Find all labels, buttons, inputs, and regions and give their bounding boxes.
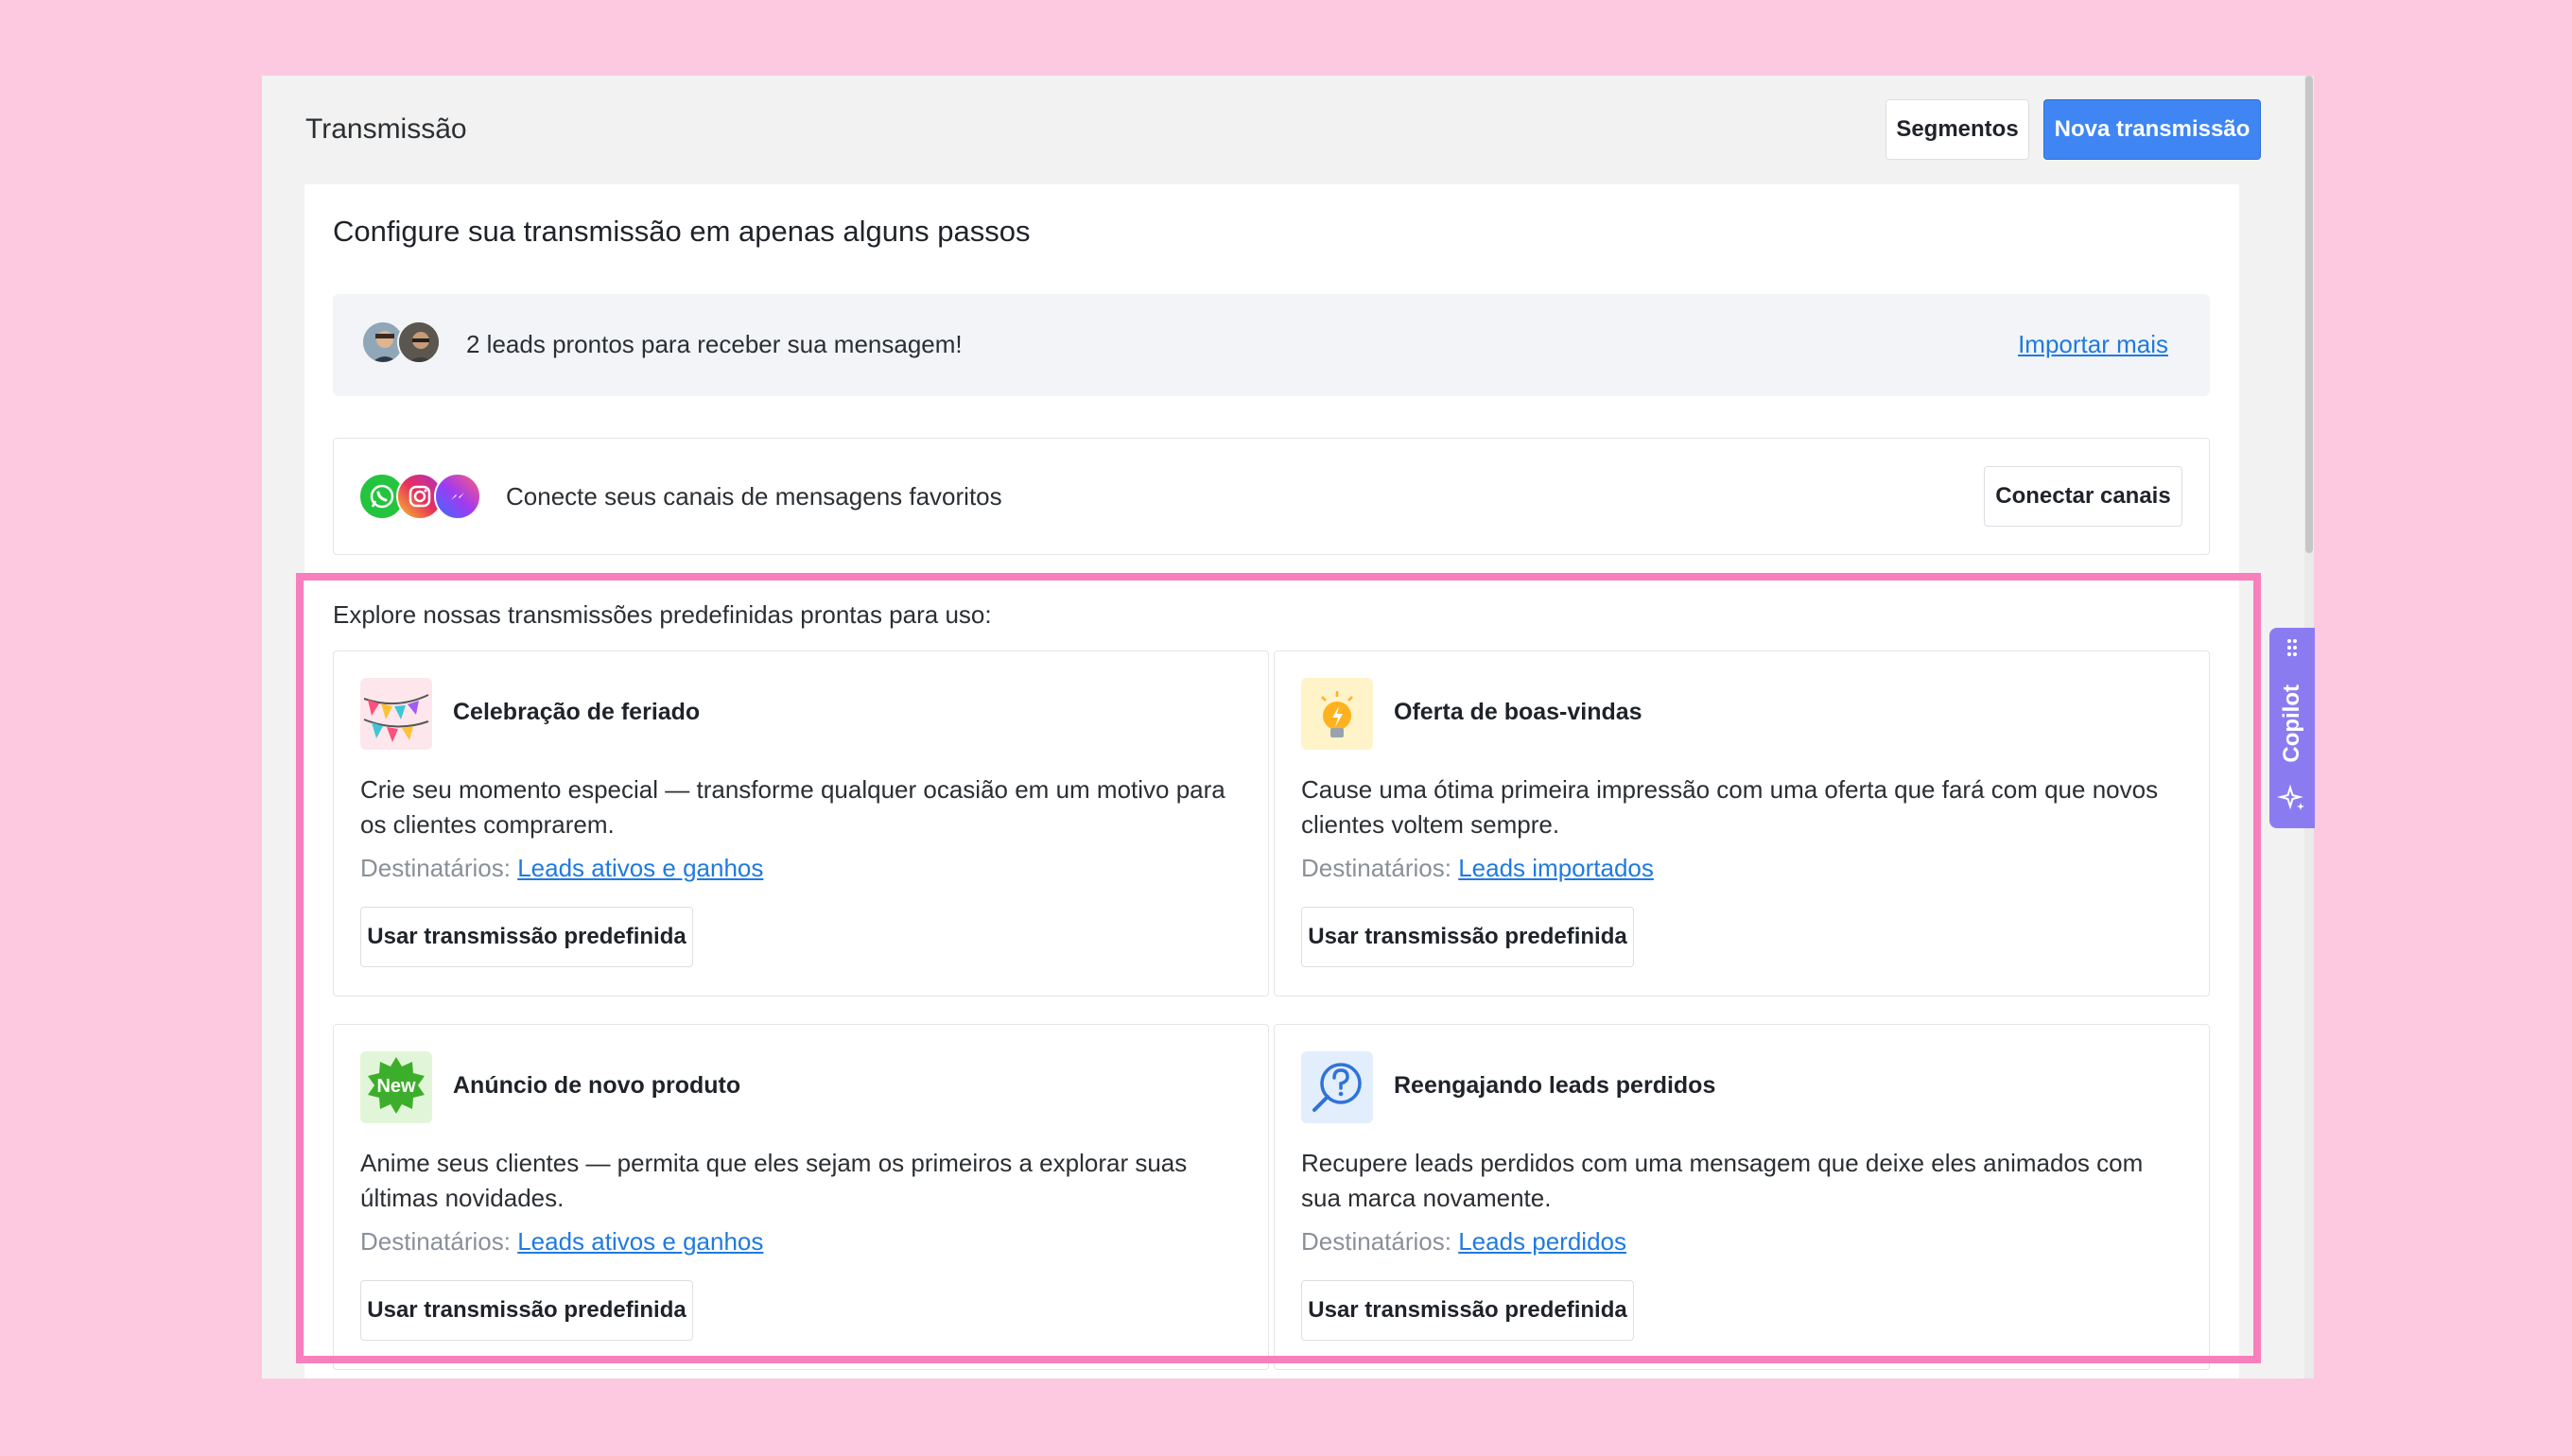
copilot-label: Copilot	[2279, 684, 2304, 763]
recipients-link[interactable]: Leads ativos e ganhos	[517, 1227, 763, 1256]
connect-channels-button[interactable]: Conectar canais	[1984, 466, 2182, 527]
recipients-label: Destinatários:	[360, 1227, 511, 1256]
setup-panel: Configure sua transmissão em apenas algu…	[304, 184, 2239, 1378]
import-more-link[interactable]: Importar mais	[2018, 330, 2168, 359]
recipients-label: Destinatários:	[1301, 854, 1451, 882]
sparkle-icon	[2277, 784, 2307, 819]
use-template-button[interactable]: Usar transmissão predefinida	[360, 1280, 693, 1341]
use-template-button[interactable]: Usar transmissão predefinida	[1301, 1280, 1634, 1341]
copilot-tab[interactable]: Copilot	[2269, 628, 2315, 828]
recipients-label: Destinatários:	[1301, 1227, 1451, 1256]
panel-title: Configure sua transmissão em apenas algu…	[333, 215, 1031, 248]
use-template-button[interactable]: Usar transmissão predefinida	[1301, 907, 1634, 967]
card-title: Oferta de boas-vindas	[1394, 699, 1642, 725]
card-description: Cause uma ótima primeira impressão com u…	[1301, 775, 2159, 839]
card-title: Celebração de feriado	[453, 699, 701, 725]
card-recipients: Destinatários: Leads importados	[1301, 854, 1654, 883]
leads-banner: 2 leads prontos para receber sua mensage…	[333, 294, 2210, 396]
explore-heading: Explore nossas transmissões predefinidas…	[333, 600, 992, 629]
recipients-link[interactable]: Leads ativos e ganhos	[517, 854, 763, 882]
recipients-link[interactable]: Leads perdidos	[1458, 1227, 1626, 1256]
recipients-link[interactable]: Leads importados	[1458, 854, 1654, 882]
avatar	[397, 321, 441, 364]
broadcast-window: Transmissão Segmentos Nova transmissão C…	[262, 76, 2314, 1378]
template-card-welcome: Oferta de boas-vindas Cause uma ótima pr…	[1274, 650, 2210, 997]
card-recipients: Destinatários: Leads ativos e ganhos	[360, 854, 763, 883]
channels-box: Conecte seus canais de mensagens favorit…	[333, 438, 2210, 555]
recipients-label: Destinatários:	[360, 854, 511, 882]
drag-handle-icon[interactable]	[2285, 637, 2299, 663]
new-badge-icon: New	[360, 1051, 432, 1123]
template-card-reengage: Reengajando leads perdidos Recupere lead…	[1274, 1024, 2210, 1370]
page-title: Transmissão	[305, 113, 467, 145]
card-recipients: Destinatários: Leads ativos e ganhos	[360, 1227, 763, 1257]
card-description: Recupere leads perdidos com uma mensagem…	[1301, 1149, 2144, 1212]
card-title: Reengajando leads perdidos	[1394, 1072, 1716, 1099]
question-search-icon	[1301, 1051, 1373, 1123]
card-recipients: Destinatários: Leads perdidos	[1301, 1227, 1626, 1257]
messenger-icon	[434, 473, 481, 520]
template-card-new-product: New Anúncio de novo produto Anime seus c…	[333, 1024, 1269, 1370]
lightbulb-icon	[1301, 678, 1373, 750]
card-title: Anúncio de novo produto	[453, 1072, 741, 1099]
channels-text: Conecte seus canais de mensagens favorit…	[506, 482, 1002, 511]
new-broadcast-button[interactable]: Nova transmissão	[2043, 99, 2261, 160]
card-description: Crie seu momento especial — transforme q…	[360, 775, 1225, 839]
card-description: Anime seus clientes — permita que eles s…	[360, 1149, 1188, 1212]
use-template-button[interactable]: Usar transmissão predefinida	[360, 907, 693, 967]
new-badge-text: New	[376, 1076, 416, 1097]
segments-button[interactable]: Segmentos	[1886, 99, 2029, 160]
scrollbar-thumb[interactable]	[2305, 76, 2313, 553]
template-card-holiday: Celebração de feriado Crie seu momento e…	[333, 650, 1269, 997]
leads-ready-text: 2 leads prontos para receber sua mensage…	[466, 330, 963, 358]
bunting-flags-icon	[360, 678, 432, 750]
